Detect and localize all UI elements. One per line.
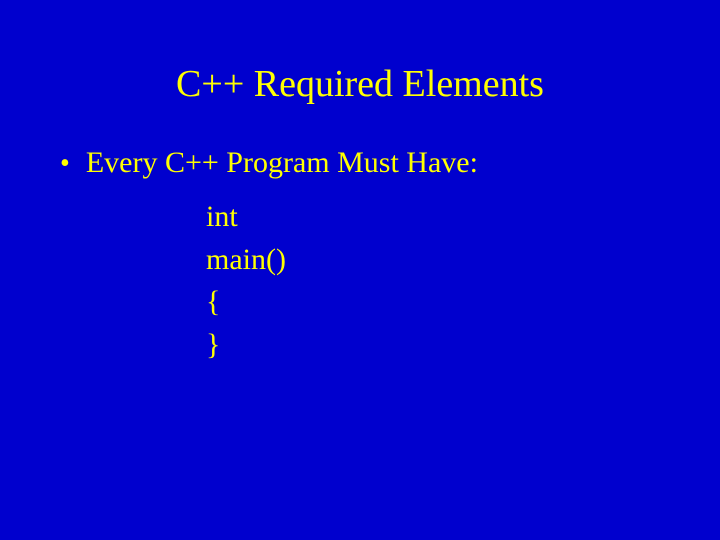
code-line-int: int — [206, 196, 720, 239]
code-line-open-brace: { — [206, 281, 720, 324]
bullet-item: • Every C++ Program Must Have: — [0, 146, 720, 180]
slide-title: C++ Required Elements — [0, 0, 720, 146]
code-line-main: main() — [206, 239, 720, 282]
bullet-marker-icon: • — [60, 150, 70, 178]
bullet-text: Every C++ Program Must Have: — [86, 146, 478, 180]
slide-container: C++ Required Elements • Every C++ Progra… — [0, 0, 720, 540]
code-block: int main() { } — [0, 196, 720, 366]
code-line-close-brace: } — [206, 324, 720, 367]
